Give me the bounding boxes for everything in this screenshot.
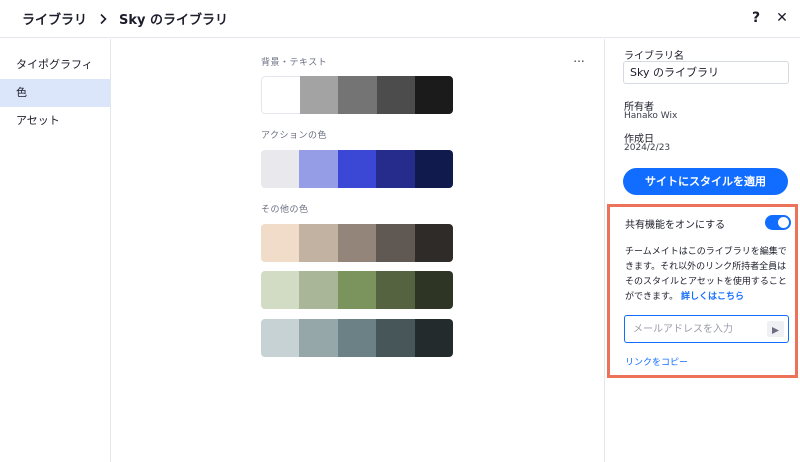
color-swatch[interactable] <box>299 224 338 262</box>
sidebar-item-assets[interactable]: アセット <box>0 107 110 135</box>
palette-other-3[interactable] <box>261 319 453 357</box>
color-palettes-area: 背景・テキスト ... アクションの色 その他の色 <box>112 39 604 462</box>
section-title-other-colors: その他の色 <box>261 205 309 215</box>
color-swatch[interactable] <box>300 76 339 114</box>
section-title-background-text: 背景・テキスト <box>261 58 328 68</box>
apply-styles-button[interactable]: サイトにスタイルを適用 <box>623 168 788 195</box>
breadcrumb-current: Sky のライブラリ <box>119 13 229 28</box>
header-actions: ? ✕ <box>748 9 790 27</box>
color-swatch[interactable] <box>414 224 453 262</box>
color-swatch[interactable] <box>299 319 338 357</box>
color-swatch[interactable] <box>261 224 300 262</box>
palette-other-2[interactable] <box>261 271 453 309</box>
close-icon[interactable]: ✕ <box>774 9 790 27</box>
section-title-action-colors: アクションの色 <box>261 131 328 141</box>
send-icon <box>771 320 780 339</box>
sharing-toggle[interactable] <box>765 215 791 230</box>
header: ライブラリ Sky のライブラリ ? ✕ <box>0 0 800 38</box>
color-swatch[interactable] <box>414 271 453 309</box>
palette-background-text[interactable] <box>261 76 453 114</box>
sidebar-item-colors[interactable]: 色 <box>0 79 110 107</box>
library-name-label: ライブラリ名 <box>624 51 684 62</box>
palette-action-colors[interactable] <box>261 150 453 188</box>
color-swatch[interactable] <box>376 271 415 309</box>
chevron-right-icon <box>91 11 115 27</box>
color-swatch[interactable] <box>261 150 300 188</box>
send-button[interactable] <box>767 321 784 337</box>
library-name-field[interactable]: Sky のライブラリ <box>623 61 789 84</box>
sharing-section: 共有機能をオンにする チームメイトはこのライブラリを編集できます。それ以外のリン… <box>607 204 798 378</box>
color-swatch[interactable] <box>299 150 338 188</box>
color-swatch[interactable] <box>337 150 377 188</box>
palette-other-1[interactable] <box>261 224 453 262</box>
color-swatch[interactable] <box>261 271 300 309</box>
sharing-toggle-label: 共有機能をオンにする <box>625 220 726 231</box>
color-swatch[interactable] <box>337 224 377 262</box>
sidebar: タイポグラフィ 色 アセット <box>0 39 111 462</box>
email-input[interactable] <box>625 316 761 342</box>
color-swatch[interactable] <box>414 319 453 357</box>
library-settings-panel: ライブラリ名 Sky のライブラリ 所有者 Hanako Wix 作成日 202… <box>604 39 800 462</box>
owner-value: Hanako Wix <box>624 111 678 121</box>
more-options-icon[interactable]: ... <box>571 52 587 66</box>
sidebar-item-typography[interactable]: タイポグラフィ <box>0 51 110 79</box>
color-swatch[interactable] <box>414 150 453 188</box>
learn-more-link[interactable]: 詳しくはこちら <box>681 292 744 302</box>
color-swatch[interactable] <box>414 76 453 114</box>
color-swatch[interactable] <box>261 76 301 114</box>
color-swatch[interactable] <box>299 271 338 309</box>
help-icon[interactable]: ? <box>748 9 764 27</box>
color-swatch[interactable] <box>376 76 415 114</box>
copy-link[interactable]: リンクをコピー <box>625 355 688 368</box>
color-swatch[interactable] <box>376 150 415 188</box>
color-swatch[interactable] <box>376 319 415 357</box>
color-swatch[interactable] <box>337 271 377 309</box>
toggle-knob <box>778 217 789 228</box>
email-field-wrapper <box>624 315 789 343</box>
color-swatch[interactable] <box>338 76 377 114</box>
breadcrumb-root[interactable]: ライブラリ <box>22 9 87 28</box>
created-date-value: 2024/2/23 <box>624 143 671 153</box>
sharing-description: チームメイトはこのライブラリを編集できます。それ以外のリンク所持者全員はそのスタ… <box>625 245 795 305</box>
color-swatch[interactable] <box>337 319 377 357</box>
color-swatch[interactable] <box>261 319 300 357</box>
color-swatch[interactable] <box>376 224 415 262</box>
